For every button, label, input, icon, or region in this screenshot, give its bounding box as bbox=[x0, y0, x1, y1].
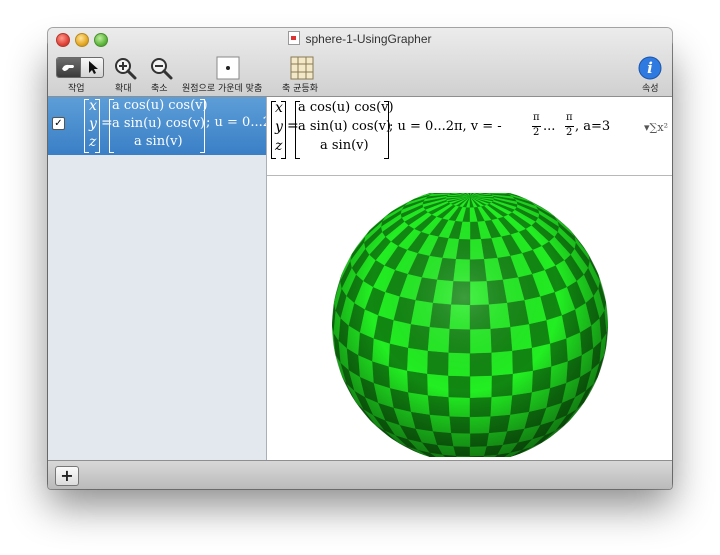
equalize-axes-label: 축 균등화 bbox=[282, 84, 318, 94]
grapher-window: sphere-1-UsingGrapher 작업 확대 축소 원점으로 가운데 … bbox=[48, 28, 672, 489]
center-origin-button[interactable] bbox=[214, 56, 242, 82]
equalize-axes-button[interactable] bbox=[288, 56, 316, 82]
rotate-mode-segment[interactable] bbox=[57, 58, 80, 77]
zoom-in-label: 확대 bbox=[115, 84, 132, 94]
inspector-button[interactable]: i bbox=[637, 56, 665, 82]
pointer-mode-segment[interactable] bbox=[80, 58, 103, 77]
eq-rhs-2: a sin(u) cos(v) bbox=[298, 119, 391, 134]
inspector-label: 속성 bbox=[642, 84, 659, 94]
eq-dots: ... bbox=[543, 119, 556, 134]
eq-rhs-3: a sin(v) bbox=[320, 138, 369, 153]
sphere-surface bbox=[332, 187, 608, 463]
zoom-out-icon bbox=[151, 58, 173, 80]
sphere-shading bbox=[332, 187, 608, 463]
equation-editor[interactable]: x y z = a cos(u) cos(v) a sin(u) cos(v) … bbox=[267, 97, 672, 176]
svg-text:i: i bbox=[647, 59, 653, 77]
list-item-selected[interactable]: ✓ x y z = a cos(u) cos(v) a sin(u) cos(v… bbox=[48, 97, 266, 155]
zoom-in-icon bbox=[115, 58, 137, 80]
window-title: sphere-1-UsingGrapher bbox=[305, 32, 432, 46]
bottom-bar: + bbox=[48, 460, 672, 489]
rotate-hand-icon bbox=[62, 64, 74, 71]
eq-lhs-bracket-right bbox=[281, 101, 286, 159]
rhs-bracket-right bbox=[200, 99, 205, 153]
sphere-plot[interactable] bbox=[325, 187, 615, 463]
eq-param: , a=3 bbox=[575, 119, 611, 134]
center-origin-label: 원점으로 가운데 맞춤 bbox=[182, 84, 263, 94]
eq-range-u: ; u = 0...2π, v = - bbox=[389, 119, 502, 134]
sidebar-rhs-3: a sin(v) bbox=[134, 134, 183, 149]
eq-pi-1: π bbox=[533, 112, 540, 123]
zoom-out-label: 축소 bbox=[151, 84, 168, 94]
mode-segmented-control[interactable] bbox=[56, 57, 104, 78]
add-equation-button[interactable]: + bbox=[55, 466, 79, 486]
sidebar-rhs-1: a cos(u) cos(v) bbox=[112, 98, 208, 113]
titlebar: sphere-1-UsingGrapher 작업 확대 축소 원점으로 가운데 … bbox=[48, 28, 672, 97]
zoom-in-button[interactable] bbox=[112, 56, 140, 82]
equation-list-sidebar[interactable]: ✓ x y z = a cos(u) cos(v) a sin(u) cos(v… bbox=[48, 97, 267, 460]
lhs-bracket-right bbox=[95, 99, 100, 153]
graph-view[interactable]: x y z = a cos(u) cos(v) a sin(u) cos(v) … bbox=[267, 97, 672, 463]
equalize-axes-icon bbox=[290, 56, 314, 80]
sidebar-range: ; u = 0...2π bbox=[206, 115, 266, 130]
eq-pi-2: π bbox=[566, 112, 573, 123]
window-title-area: sphere-1-UsingGrapher bbox=[48, 31, 672, 47]
document-icon bbox=[288, 31, 301, 45]
eq-two-2: 2 bbox=[566, 127, 573, 138]
zoom-out-button[interactable] bbox=[148, 56, 176, 82]
equation-palette-menu[interactable]: ▾∑x² bbox=[644, 121, 668, 134]
eq-rhs-1: a cos(u) cos(v) bbox=[298, 100, 394, 115]
visibility-checkbox[interactable]: ✓ bbox=[52, 117, 65, 130]
mode-label: 작업 bbox=[68, 84, 85, 94]
sidebar-rhs-2: a sin(u) cos(v) bbox=[112, 116, 205, 131]
center-origin-icon bbox=[216, 56, 240, 80]
info-icon: i bbox=[638, 56, 662, 80]
eq-two-1: 2 bbox=[533, 127, 540, 138]
arrow-pointer-icon bbox=[89, 61, 98, 74]
